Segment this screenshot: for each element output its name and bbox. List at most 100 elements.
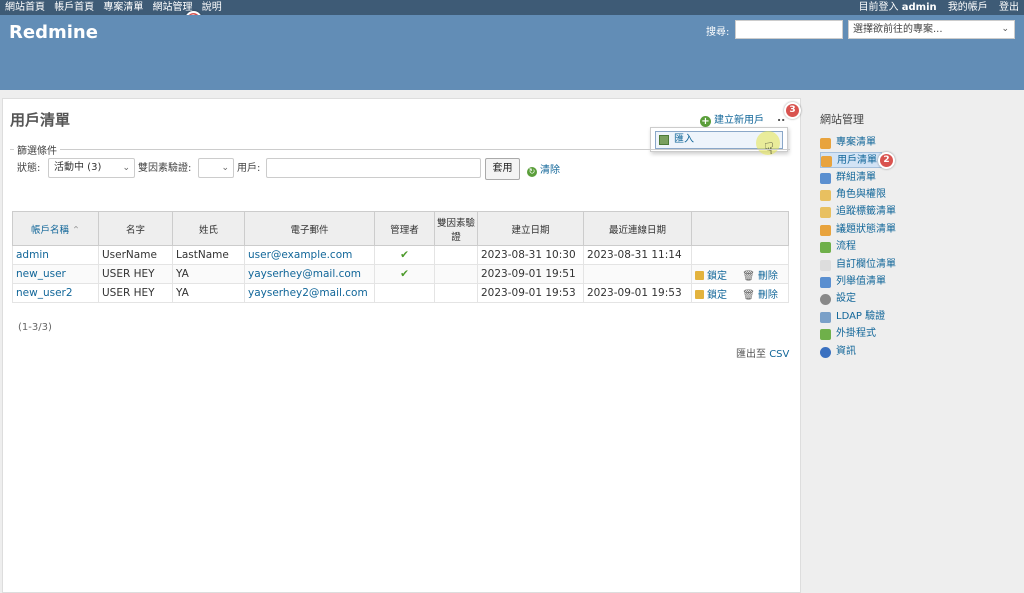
user-login-link[interactable]: new_user [16,268,66,280]
col-lastname[interactable]: 姓氏 [172,211,245,246]
top-menu-my-page[interactable]: 帳戶首頁 [54,2,94,13]
step-badge-3: 3 [784,102,801,119]
sidebar-item-settings[interactable]: 設定 [820,291,856,307]
user-filter-label: 用戶: [237,163,261,174]
app-title: Redmine [9,22,98,43]
sidebar-item-plugins[interactable]: 外掛程式 [820,326,876,342]
new-user-link[interactable]: + 建立新用戶 [700,111,764,127]
sort-arrow-icon: ⌃ [72,224,80,236]
content-area: 用戶清單 + 建立新用戶 .. 3 匯入 ☟ 篩選條件 狀態: 活動中 (3) ⌄… [2,98,801,593]
col-actions [691,211,789,246]
logout-link[interactable]: 登出 [999,2,1019,13]
status-select-value: 活動中 (3) [54,162,102,173]
pagination-count: (1-3/3) [18,322,52,333]
delete-link[interactable]: 刪除 [758,271,778,282]
sidebar-item-issue-statuses[interactable]: 議題狀態清單 [820,222,896,238]
trash-icon: 🗑 [742,289,755,301]
sidebar-item-groups[interactable]: 群組清單 [820,170,876,186]
lock-link[interactable]: 鎖定 [707,271,727,282]
sidebar-item-roles[interactable]: 角色與權限 [820,187,886,203]
table-header-row: 帳戶名稱 ⌃ 名字 姓氏 電子郵件 管理者 雙因素驗證 建立日期 最近連線日期 [12,211,789,246]
table-row: new_user2 USER HEY YA yayserhey2@mail.co… [12,283,789,303]
sidebar-item-trackers[interactable]: 追蹤標籤清單 [820,204,896,220]
created-cell: 2023-09-01 19:53 [477,283,584,303]
page-title: 用戶清單 [10,111,71,129]
top-menu-projects[interactable]: 專案清單 [103,2,143,13]
lastname-cell: YA [172,283,245,303]
twofa-cell [434,283,478,303]
workflow-icon [820,242,831,253]
sidebar: 網站管理 專案清單 用戶清單 群組清單 角色與權限 追蹤標籤清單 議題狀態清單 … [805,98,1024,593]
filters-legend: 篩選條件 [17,146,57,157]
check-icon: ✔ [400,249,409,261]
sidebar-item-workflow[interactable]: 流程 [820,239,856,255]
sidebar-item-ldap[interactable]: LDAP 驗證 [820,309,885,325]
search-input[interactable] [735,20,843,39]
col-login[interactable]: 帳戶名稱 ⌃ [12,211,99,246]
check-icon: ✔ [400,268,409,280]
sidebar-title: 網站管理 [820,113,864,126]
top-menu-help[interactable]: 說明 [202,2,222,13]
delete-link[interactable]: 刪除 [758,290,778,301]
col-admin[interactable]: 管理者 [374,211,435,246]
sidebar-item-enumerations[interactable]: 列舉值清單 [820,274,886,290]
lock-icon [695,270,704,280]
projects-icon [820,138,831,149]
chevron-down-icon: ⌄ [221,163,229,173]
created-cell: 2023-09-01 19:51 [477,264,584,284]
project-jump-select[interactable]: 選擇欲前往的專案... ⌄ [848,20,1015,39]
clear-link[interactable]: ↻ 清除 [527,161,560,177]
top-menu-right: 目前登入 admin 我的帳戶 登出 [843,0,1019,15]
ldap-icon [820,312,831,323]
email-link[interactable]: user@example.com [248,249,352,261]
col-email[interactable]: 電子郵件 [244,211,375,246]
top-menu-administration[interactable]: 網站管理 [153,2,193,13]
twofa-cell [434,264,478,284]
header: Redmine 搜尋: 選擇欲前往的專案... ⌄ [0,15,1024,90]
top-menu-home[interactable]: 網站首頁 [5,2,45,13]
twofa-select[interactable]: ⌄ [198,158,234,178]
export-csv-link[interactable]: CSV [769,349,789,360]
logged-user[interactable]: admin [902,2,937,13]
lock-link[interactable]: 鎖定 [707,290,727,301]
new-user-label[interactable]: 建立新用戶 [714,115,764,126]
reload-icon: ↻ [527,167,537,177]
col-created[interactable]: 建立日期 [477,211,584,246]
col-firstname[interactable]: 名字 [98,211,173,246]
table-row: new_user USER HEY YA yayserhey@mail.com … [12,264,789,284]
firstname-cell: USER HEY [98,283,173,303]
step-badge-2: 2 [878,152,895,169]
user-login-link[interactable]: admin [16,249,49,261]
last-login-cell [583,264,692,284]
col-last-login[interactable]: 最近連線日期 [583,211,692,246]
user-login-link[interactable]: new_user2 [16,287,73,299]
email-link[interactable]: yayserhey@mail.com [248,268,361,280]
top-menu: 網站首頁 帳戶首頁 專案清單 網站管理 說明 目前登入 admin 我的帳戶 登… [0,0,1024,15]
apply-button[interactable]: 套用 [485,158,520,180]
main-wrapper: 用戶清單 + 建立新用戶 .. 3 匯入 ☟ 篩選條件 狀態: 活動中 (3) ⌄… [0,90,1024,593]
sidebar-item-projects[interactable]: 專案清單 [820,135,876,151]
status-label: 狀態: [17,163,41,174]
user-filter-input[interactable] [266,158,481,178]
export-label: 匯出至 [736,349,766,360]
sidebar-item-info[interactable]: 資訊 [820,344,856,360]
twofa-cell [434,245,478,265]
actions-cell: 鎖定 🗑 刪除 [691,283,789,303]
last-login-cell: 2023-08-31 11:14 [583,245,692,265]
sidebar-item-custom-fields[interactable]: 自訂欄位清單 [820,257,896,273]
my-account-link[interactable]: 我的帳戶 [948,2,988,13]
col-twofa[interactable]: 雙因素驗證 [434,211,478,246]
lock-icon [695,289,704,299]
lastname-cell: YA [172,264,245,284]
twofa-label: 雙因素驗證: [138,163,192,174]
firstname-cell: UserName [98,245,173,265]
groups-icon [820,173,831,184]
export-row: 匯出至 CSV [736,345,789,360]
settings-icon [820,294,831,305]
sidebar-item-users[interactable]: 用戶清單 [820,152,882,168]
clear-label: 清除 [540,165,560,176]
info-icon [820,347,831,358]
lastname-cell: LastName [172,245,245,265]
email-link[interactable]: yayserhey2@mail.com [248,287,368,299]
status-select[interactable]: 活動中 (3) ⌄ [48,158,135,178]
